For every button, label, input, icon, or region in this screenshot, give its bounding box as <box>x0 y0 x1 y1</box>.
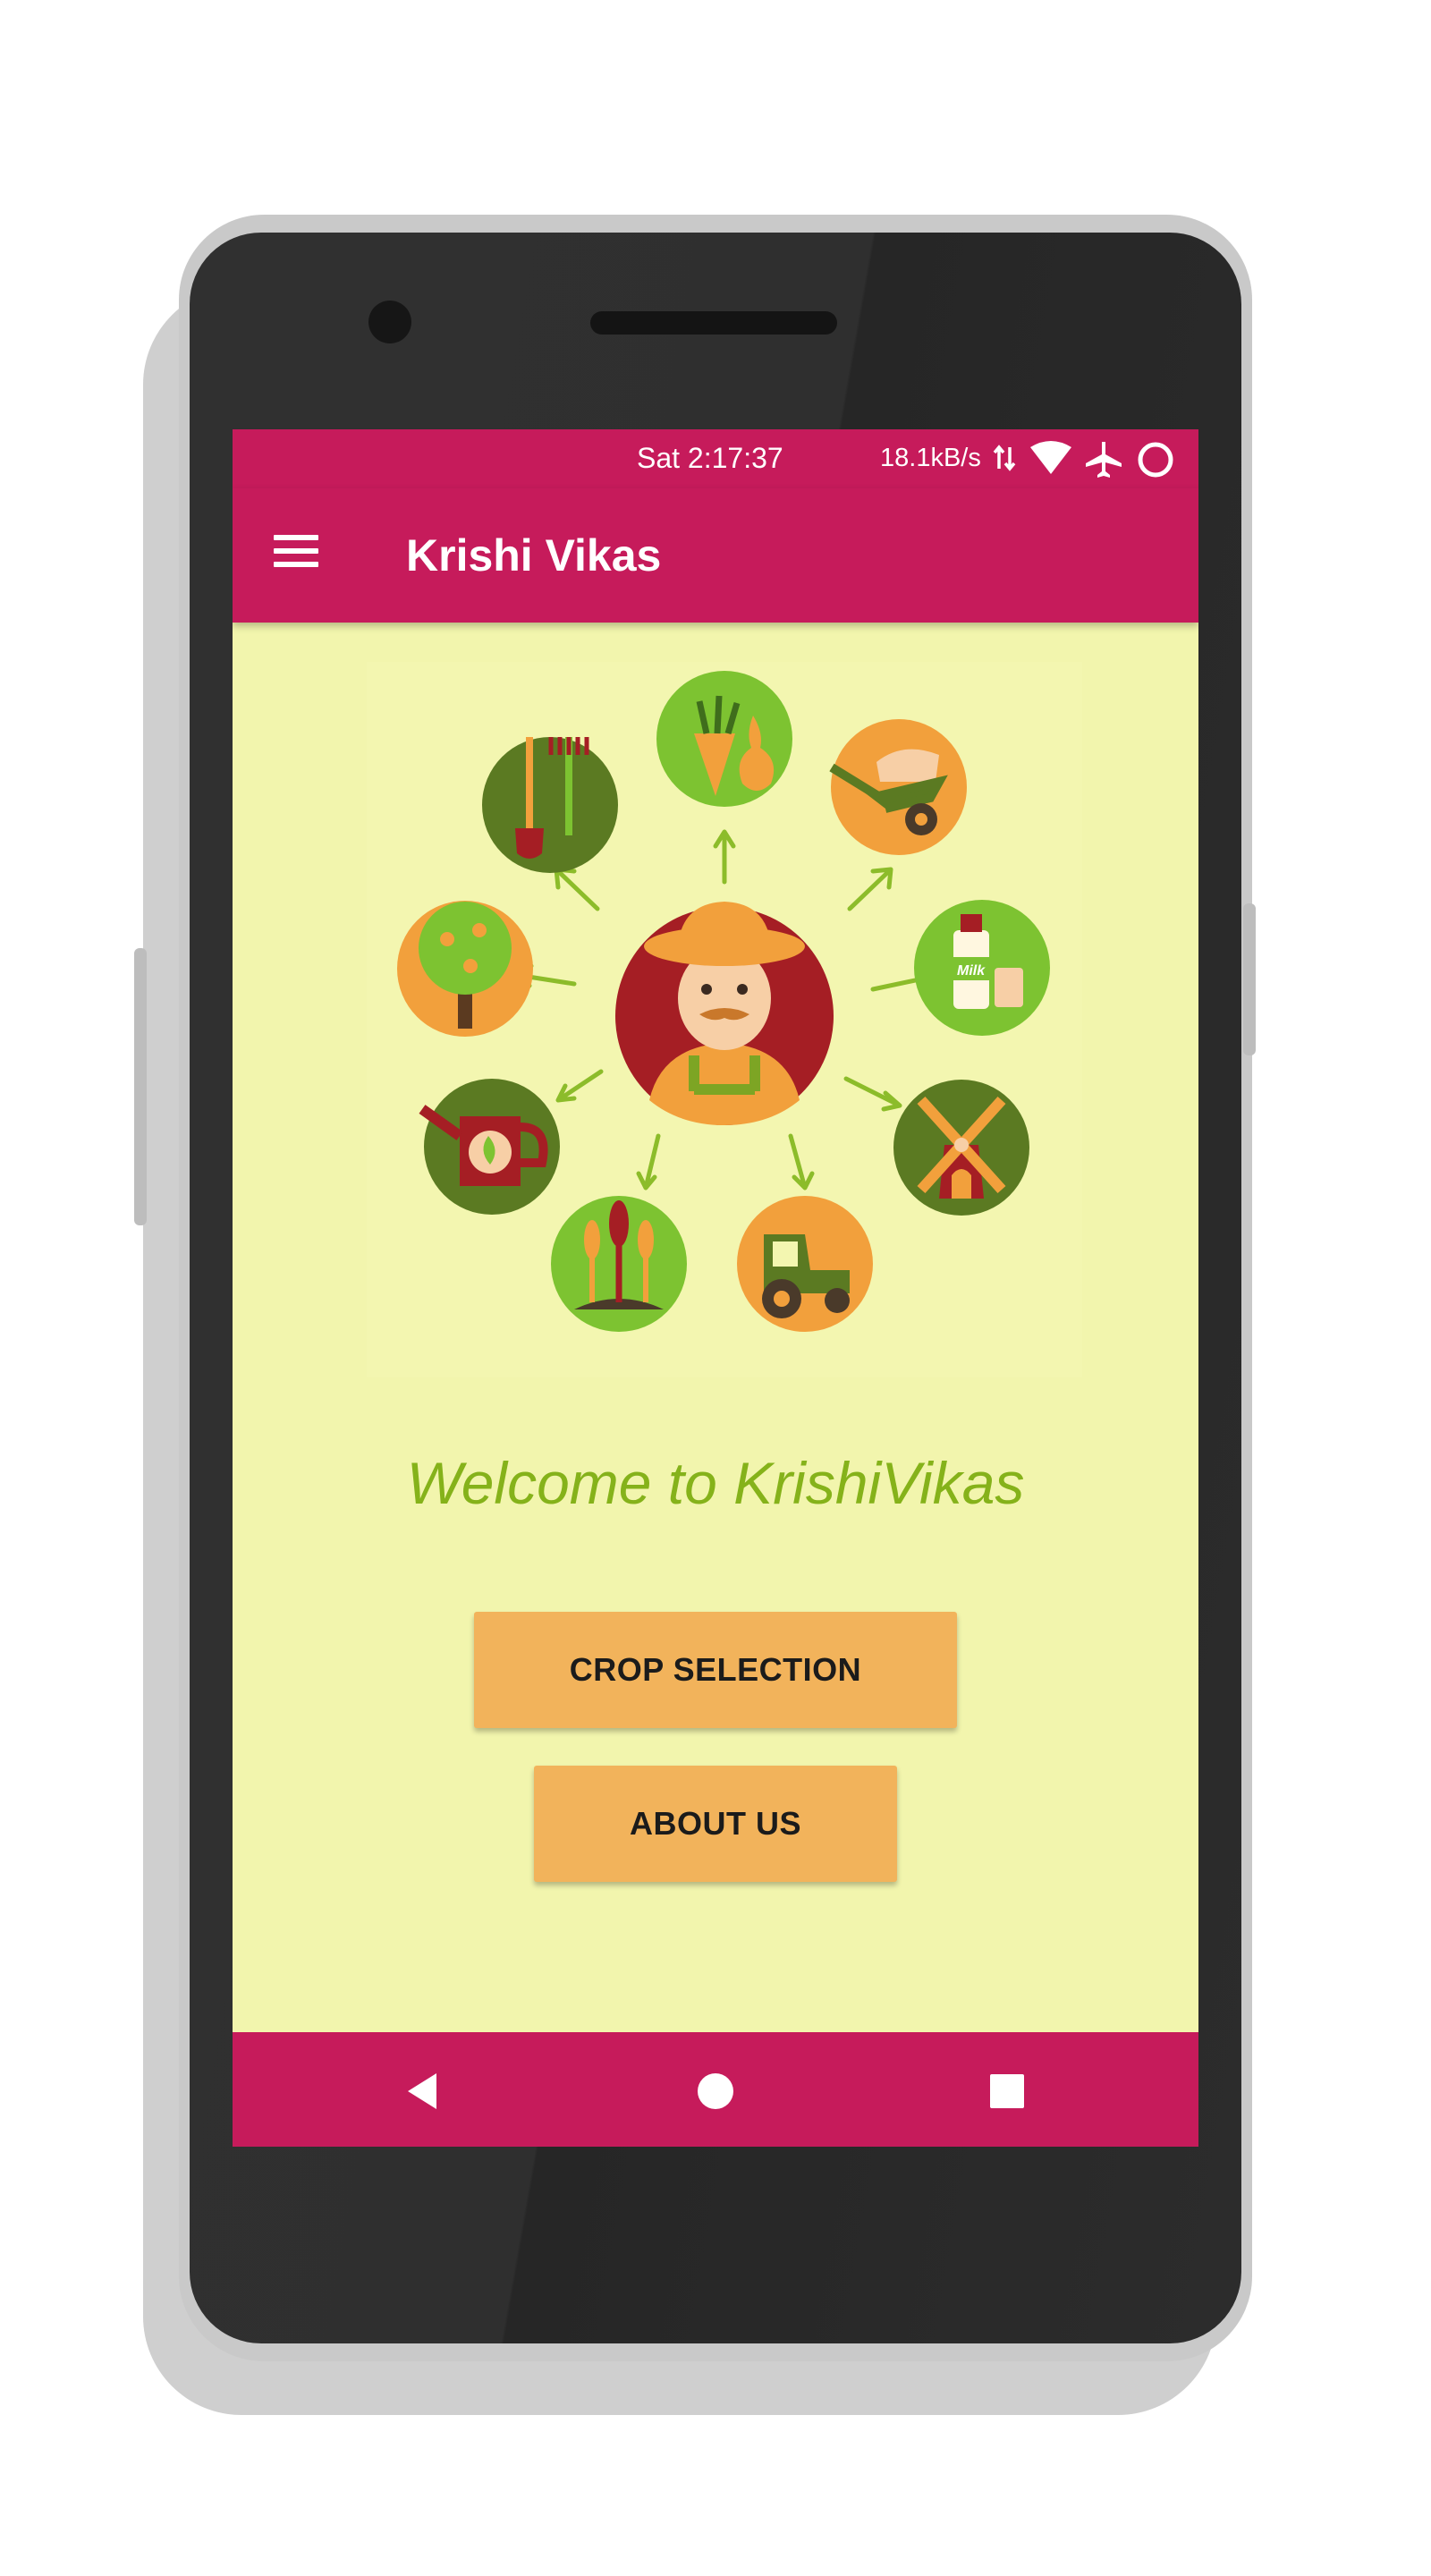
status-time: Sat 2:17:37 <box>637 442 783 474</box>
tractor-icon <box>737 1196 873 1332</box>
welcome-text: Welcome to KrishiVikas <box>406 1450 1025 1516</box>
recents-icon[interactable] <box>989 2073 1025 2109</box>
home-icon[interactable] <box>696 2072 735 2111</box>
fruit-tree-icon <box>397 901 533 1037</box>
vegetables-icon <box>656 671 792 807</box>
data-arrows-icon <box>993 445 1016 471</box>
phone-screen: Sat 2:17:37 18.1kB/s Krishi Vikas Milk W… <box>233 429 1198 2147</box>
windmill-icon <box>893 1080 1029 1216</box>
milk-icon: Milk <box>914 900 1050 1036</box>
app-title: Krishi Vikas <box>406 530 662 580</box>
hero-illustration: Milk <box>367 662 1082 1377</box>
milk-label: Milk <box>957 963 986 979</box>
hamburger-menu-icon[interactable] <box>274 535 318 571</box>
crop-selection-button[interactable]: CROP SELECTION <box>474 1612 957 1728</box>
earpiece-speaker <box>590 311 837 335</box>
airplane-icon <box>1086 442 1122 478</box>
wheelbarrow-icon <box>829 719 967 855</box>
back-icon[interactable] <box>404 2072 440 2111</box>
phone-power-button <box>1243 903 1256 1055</box>
status-bar: Sat 2:17:37 18.1kB/s <box>233 429 1198 488</box>
wheat-icon <box>551 1196 687 1332</box>
wifi-icon <box>1030 441 1071 474</box>
app-bar: Krishi Vikas <box>233 488 1198 623</box>
front-camera <box>368 301 411 343</box>
circle-status-icon <box>1138 442 1173 478</box>
about-us-button[interactable]: ABOUT US <box>534 1766 897 1882</box>
navigation-bar <box>233 2032 1198 2147</box>
phone-volume-button <box>134 948 147 1225</box>
status-net-speed: 18.1kB/s <box>880 444 981 472</box>
garden-tools-icon <box>482 737 618 873</box>
